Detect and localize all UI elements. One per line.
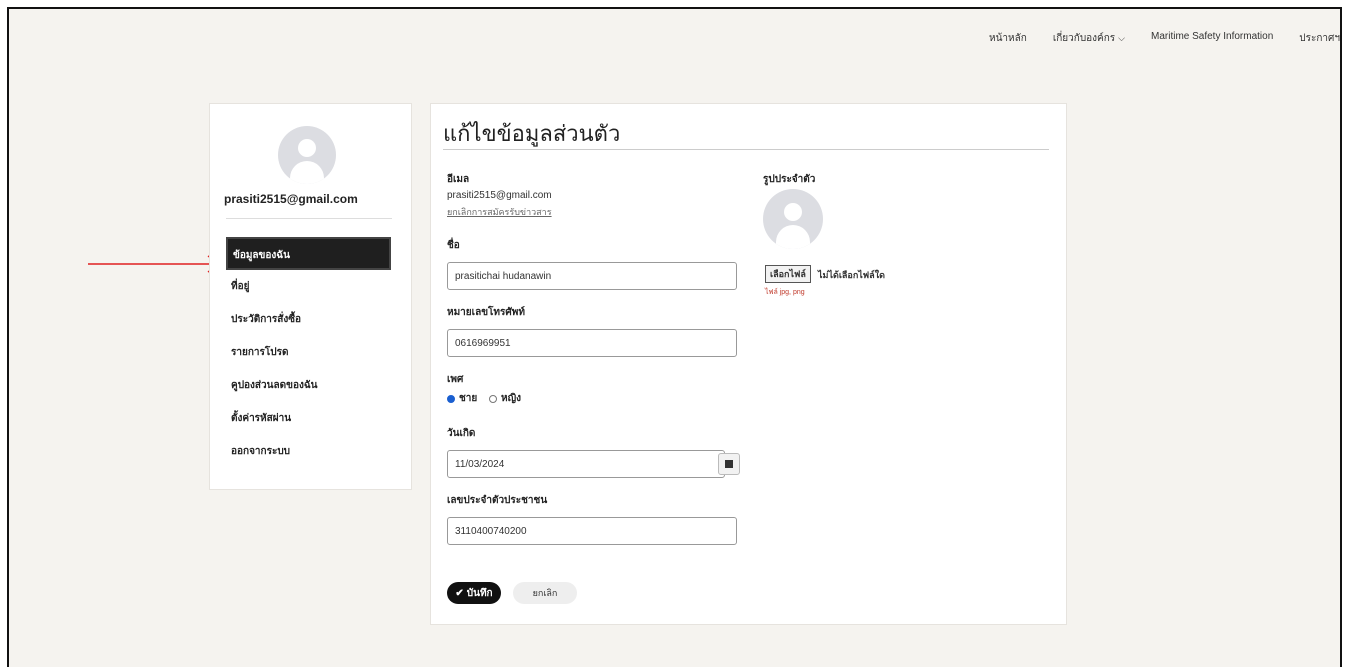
- name-field[interactable]: [447, 262, 737, 290]
- divider: [226, 218, 392, 219]
- nav-about-label: เกี่ยวกับองค์กร: [1052, 33, 1116, 44]
- save-button-label: บันทึก: [466, 587, 493, 599]
- radio-selected-icon: [447, 394, 455, 403]
- sidebar-item-coupons[interactable]: คูปองส่วนลดของฉัน: [226, 369, 391, 402]
- gender-male-label: ชาย: [459, 393, 478, 404]
- phone-label: หมายเลขโทรศัพท์: [447, 307, 525, 318]
- nav-announcements[interactable]: ประกาศฯ: [1299, 31, 1340, 46]
- checkmark-icon: ✔: [455, 587, 464, 599]
- sidebar-item-password[interactable]: ตั้งค่ารหัสผ่าน: [226, 402, 391, 435]
- birthday-label: วันเกิด: [447, 428, 476, 439]
- gender-male-radio[interactable]: ชาย: [447, 391, 477, 406]
- choose-file-button[interactable]: เลือกไฟล์: [765, 265, 811, 283]
- sidebar-item-order-history[interactable]: ประวัติการสั่งซื้อ: [226, 303, 391, 336]
- sidebar-menu: ข้อมูลของฉัน ที่อยู่ ประวัติการสั่งซื้อ …: [226, 237, 391, 468]
- birthday-field[interactable]: [447, 450, 725, 478]
- id-label: เลขประจำตัวประชาชน: [447, 495, 548, 506]
- sidebar-item-my-info[interactable]: ข้อมูลของฉัน: [226, 237, 391, 270]
- save-button[interactable]: ✔ บันทึก: [447, 582, 501, 604]
- sidebar-email: prasiti2515@gmail.com: [224, 192, 358, 206]
- top-navigation: หน้าหลัก เกี่ยวกับองค์กร ⌵ Maritime Safet…: [989, 31, 1340, 46]
- account-sidebar: prasiti2515@gmail.com ข้อมูลของฉัน ที่อย…: [209, 103, 412, 490]
- gender-female-label: หญิง: [501, 393, 521, 404]
- divider: [443, 149, 1049, 150]
- email-label: อีเมล: [447, 174, 470, 185]
- avatar-icon: [763, 189, 823, 249]
- name-label: ชื่อ: [447, 240, 460, 251]
- citizen-id-field[interactable]: [447, 517, 737, 545]
- gender-female-radio[interactable]: หญิง: [489, 391, 521, 406]
- app-frame: หน้าหลัก เกี่ยวกับองค์กร ⌵ Maritime Safet…: [7, 7, 1342, 667]
- profile-edit-panel: แก้ไขข้อมูลส่วนตัว อีเมล prasiti2515@gma…: [430, 103, 1067, 625]
- file-hint: ไฟล์ jpg, png: [765, 289, 805, 296]
- calendar-icon[interactable]: [718, 453, 740, 475]
- photo-label: รูปประจำตัว: [763, 174, 816, 185]
- sidebar-item-logout[interactable]: ออกจากระบบ: [226, 435, 391, 468]
- nav-home[interactable]: หน้าหลัก: [989, 31, 1027, 46]
- radio-unselected-icon: [489, 394, 497, 403]
- sidebar-item-favorites[interactable]: รายการโปรด: [226, 336, 391, 369]
- email-value: prasiti2515@gmail.com: [447, 190, 552, 201]
- avatar-icon: [278, 126, 336, 184]
- file-status: ไม่ได้เลือกไฟล์ใด: [818, 270, 885, 280]
- red-arrow-icon: [88, 255, 222, 273]
- phone-field[interactable]: [447, 329, 737, 357]
- nav-msi[interactable]: Maritime Safety Information: [1151, 31, 1273, 46]
- sidebar-item-address[interactable]: ที่อยู่: [226, 270, 391, 303]
- gender-label: เพศ: [447, 374, 464, 385]
- nav-about[interactable]: เกี่ยวกับองค์กร ⌵: [1053, 31, 1125, 46]
- chevron-down-icon: ⌵: [1118, 33, 1125, 43]
- cancel-button[interactable]: ยกเลิก: [513, 582, 577, 604]
- page-title: แก้ไขข้อมูลส่วนตัว: [443, 121, 621, 146]
- unsubscribe-link[interactable]: ยกเลิกการสมัครรับข่าวสาร: [447, 205, 552, 219]
